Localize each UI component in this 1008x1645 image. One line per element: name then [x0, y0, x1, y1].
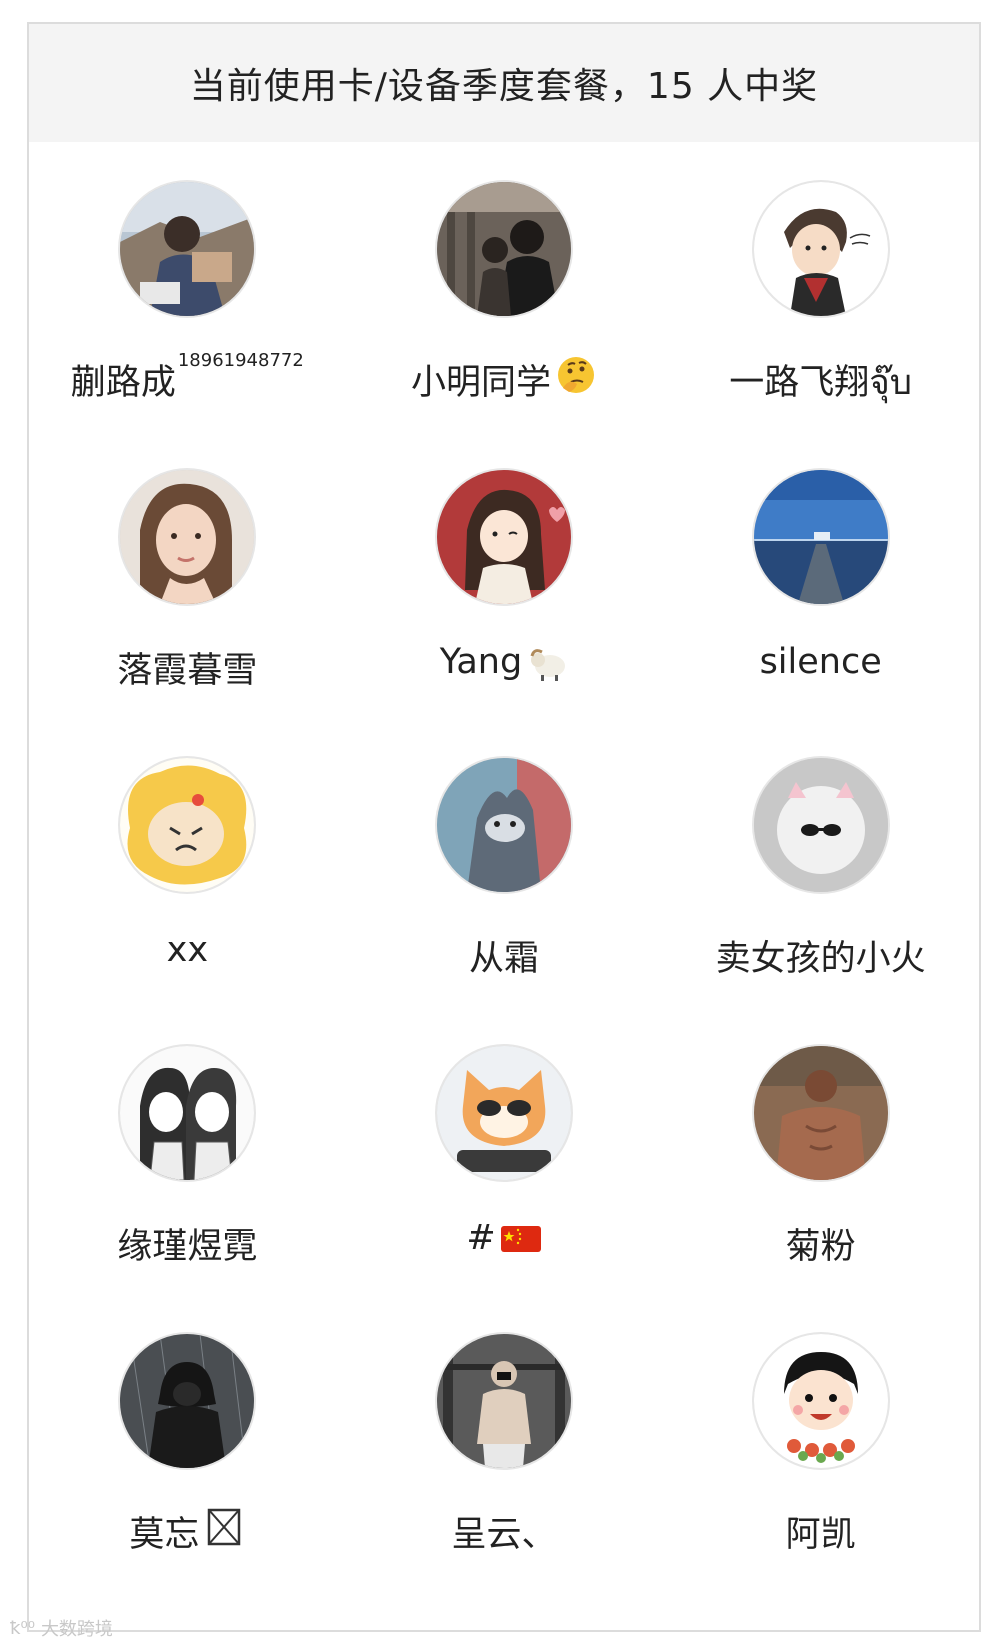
winner-name-text: 缘瑾煜霓: [117, 1227, 258, 1267]
sheep-icon: [526, 642, 568, 684]
winner-item[interactable]: 菊粉: [662, 1046, 979, 1334]
avatar[interactable]: [120, 758, 255, 892]
winner-name-text: 莫忘: [129, 1515, 200, 1555]
winner-item[interactable]: 阿凯: [662, 1334, 979, 1622]
winner-item[interactable]: 落霞暮雪: [29, 470, 346, 758]
avatar[interactable]: [120, 182, 255, 316]
winner-item[interactable]: 小明同学: [346, 182, 663, 470]
avatar[interactable]: [436, 758, 571, 892]
avatar[interactable]: [120, 1046, 255, 1180]
winner-name: Yang: [440, 642, 568, 684]
winner-item[interactable]: #: [346, 1046, 663, 1334]
avatar[interactable]: [753, 470, 888, 604]
header-title: 当前使用卡/设备季度套餐，15 人中奖: [189, 66, 819, 107]
avatar[interactable]: [753, 182, 888, 316]
winner-name-text: 阿凯: [785, 1515, 856, 1555]
winner-grid: 蒯路成 18961948772 小明同学 一路飞翔จุ๊บ 落霞暮雪 Yang silenc…: [29, 142, 979, 1622]
winner-name: 落霞暮雪: [117, 642, 257, 693]
avatar[interactable]: [753, 1334, 888, 1468]
winner-name-text: 菊粉: [785, 1227, 856, 1267]
winner-item[interactable]: Yang: [346, 470, 663, 758]
winner-name-text: silence: [759, 642, 882, 682]
winner-item[interactable]: silence: [662, 470, 979, 758]
avatar[interactable]: [120, 470, 255, 604]
winner-name: 阿凯: [786, 1506, 856, 1557]
winner-name: 一路飞翔จุ๊บ: [729, 354, 912, 410]
winner-name: 卖女孩的小火: [716, 930, 926, 981]
avatar[interactable]: [436, 1046, 571, 1180]
winner-name-text: Yang: [439, 642, 523, 682]
winner-item[interactable]: 莫忘: [29, 1334, 346, 1622]
winner-name: #: [466, 1218, 541, 1260]
winner-name-text: xx: [166, 930, 209, 970]
missing-glyph-icon: [203, 1506, 245, 1548]
thinking-face-icon: [555, 354, 597, 396]
winner-name: 菊粉: [786, 1218, 856, 1269]
winner-item[interactable]: 一路飞翔จุ๊บ: [662, 182, 979, 470]
winner-name: silence: [760, 642, 882, 682]
winner-name-text: #: [466, 1218, 496, 1258]
avatar[interactable]: [120, 1334, 255, 1468]
avatar[interactable]: [436, 470, 571, 604]
watermark: ꝁ⁰⁰ 大数跨境: [10, 1615, 113, 1641]
winner-name-text: 呈云、: [451, 1515, 557, 1555]
winner-name: 从霜: [469, 930, 539, 981]
winner-item[interactable]: 呈云、: [346, 1334, 663, 1622]
winner-name: 蒯路成 18961948772: [70, 350, 304, 405]
winner-item[interactable]: 缘瑾煜霓: [29, 1046, 346, 1334]
page: 当前使用卡/设备季度套餐，15 人中奖 蒯路成 18961948772 小明同学 一路…: [0, 0, 1008, 1645]
avatar[interactable]: [753, 1046, 888, 1180]
winner-name: 缘瑾煜霓: [117, 1218, 257, 1269]
winner-item[interactable]: 蒯路成 18961948772: [29, 182, 346, 470]
winner-name: 莫忘: [129, 1506, 245, 1557]
winner-name-text: 从霜: [468, 939, 539, 979]
winner-name-text: 蒯路成: [70, 363, 176, 403]
winner-name-text: 一路飞翔จุ๊บ: [729, 363, 913, 403]
winner-card: 当前使用卡/设备季度套餐，15 人中奖 蒯路成 18961948772 小明同学 一路…: [27, 22, 981, 1632]
winner-name: xx: [167, 930, 208, 970]
avatar[interactable]: [436, 182, 571, 316]
card-header: 当前使用卡/设备季度套餐，15 人中奖: [29, 24, 979, 142]
winner-name-text: 卖女孩的小火: [715, 939, 926, 979]
winner-phone: 18961948772: [177, 350, 304, 371]
winner-item[interactable]: 从霜: [346, 758, 663, 1046]
watermark-text: 大数跨境: [40, 1619, 113, 1640]
winner-name-text: 小明同学: [410, 363, 551, 403]
watermark-logo-icon: ꝁ⁰⁰: [10, 1617, 35, 1639]
china-flag-icon: [500, 1218, 542, 1260]
winner-name-text: 落霞暮雪: [117, 651, 258, 691]
avatar[interactable]: [753, 758, 888, 892]
winner-name: 小明同学: [411, 354, 597, 405]
winner-item[interactable]: xx: [29, 758, 346, 1046]
winner-name: 呈云、: [451, 1506, 556, 1557]
avatar[interactable]: [436, 1334, 571, 1468]
winner-item[interactable]: 卖女孩的小火: [662, 758, 979, 1046]
